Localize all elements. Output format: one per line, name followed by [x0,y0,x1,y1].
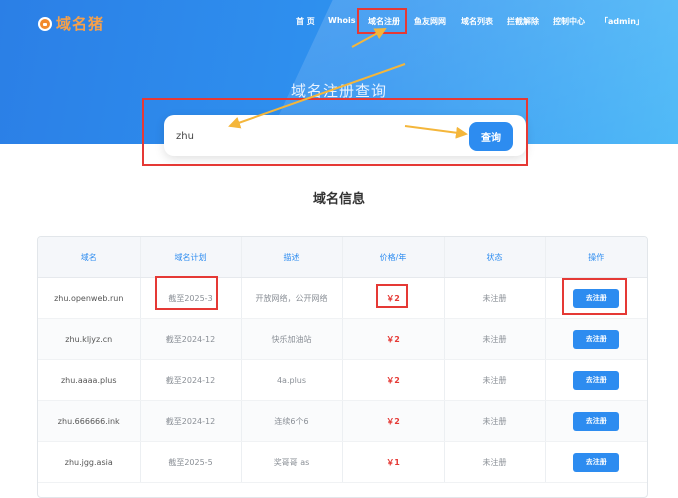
cell-plan: 截至2024-12 [140,359,242,401]
cell-action: 去注册 [545,359,647,401]
col-price: 价格/年 [342,237,445,278]
highlight-search-area [142,98,528,166]
cell-plan: 截至2024-12 [140,400,242,442]
highlight-nav-register [357,8,407,34]
cell-price: ￥2 [342,400,445,442]
highlight-plan-cell [155,276,218,310]
table-row: zhu.666666.ink 截至2024-12 连续6个6 ￥2 未注册 去注… [38,400,647,442]
cell-status: 未注册 [444,441,546,483]
highlight-price-cell [376,284,408,308]
highlight-register-button [562,278,627,315]
cell-status: 未注册 [444,318,546,360]
domain-table: 域名 域名计划 描述 价格/年 状态 操作 zhu.openweb.run 截至… [37,236,648,498]
col-plan: 域名计划 [140,237,242,278]
top-nav: 首 页 Whois 域名注册 鱼友网网 域名列表 拦截解除 控制中心 「admi… [0,16,678,30]
table-row: zhu.aaaa.plus 截至2024-12 4a.plus ￥2 未注册 去… [38,359,647,401]
cell-plan: 截至2025-5 [140,441,242,483]
register-button[interactable]: 去注册 [573,411,620,431]
table-row: zhu.jgg.asia 截至2025-5 奖哥哥 as ￥1 未注册 去注册 [38,441,647,483]
cell-domain: zhu.aaaa.plus [38,359,141,401]
register-button[interactable]: 去注册 [573,329,620,349]
cell-domain: zhu.jgg.asia [38,441,141,483]
cell-price: ￥2 [342,359,445,401]
cell-status: 未注册 [444,359,546,401]
nav-control-center[interactable]: 控制中心 [553,16,585,27]
cell-price: ￥2 [342,318,445,360]
cell-status: 未注册 [444,277,546,319]
cell-domain: zhu.kljyz.cn [38,318,141,360]
cell-status: 未注册 [444,400,546,442]
cell-domain: zhu.666666.ink [38,400,141,442]
nav-whois[interactable]: Whois [328,16,356,25]
cell-action: 去注册 [545,318,647,360]
cell-price: ￥1 [342,441,445,483]
cell-desc: 开放网络，公开网络 [241,277,343,319]
cell-desc: 快乐加油站 [241,318,343,360]
cell-desc: 奖哥哥 as [241,441,343,483]
col-domain: 域名 [38,237,141,278]
cell-domain: zhu.openweb.run [38,277,141,319]
cell-plan: 截至2024-12 [140,318,242,360]
nav-unblock[interactable]: 拦截解除 [507,16,539,27]
register-button[interactable]: 去注册 [573,452,620,472]
cell-action: 去注册 [545,441,647,483]
register-button[interactable]: 去注册 [573,370,620,390]
cell-desc: 连续6个6 [241,400,343,442]
cell-action: 去注册 [545,400,647,442]
table-row: zhu.openweb.run 截至2025-3 开放网络，公开网络 ￥2 未注… [38,277,647,319]
col-action: 操作 [545,237,647,278]
nav-home[interactable]: 首 页 [296,16,315,27]
nav-domain-list[interactable]: 域名列表 [461,16,493,27]
col-status: 状态 [444,237,546,278]
section-title: 域名信息 [312,192,365,207]
cell-desc: 4a.plus [241,359,343,401]
nav-admin[interactable]: 「admin」 [600,16,644,27]
table-header-row: 域名 域名计划 描述 价格/年 状态 操作 [38,237,647,278]
col-desc: 描述 [241,237,343,278]
nav-fish-friends[interactable]: 鱼友网网 [414,16,446,27]
table-row: zhu.kljyz.cn 截至2024-12 快乐加油站 ￥2 未注册 去注册 [38,318,647,360]
